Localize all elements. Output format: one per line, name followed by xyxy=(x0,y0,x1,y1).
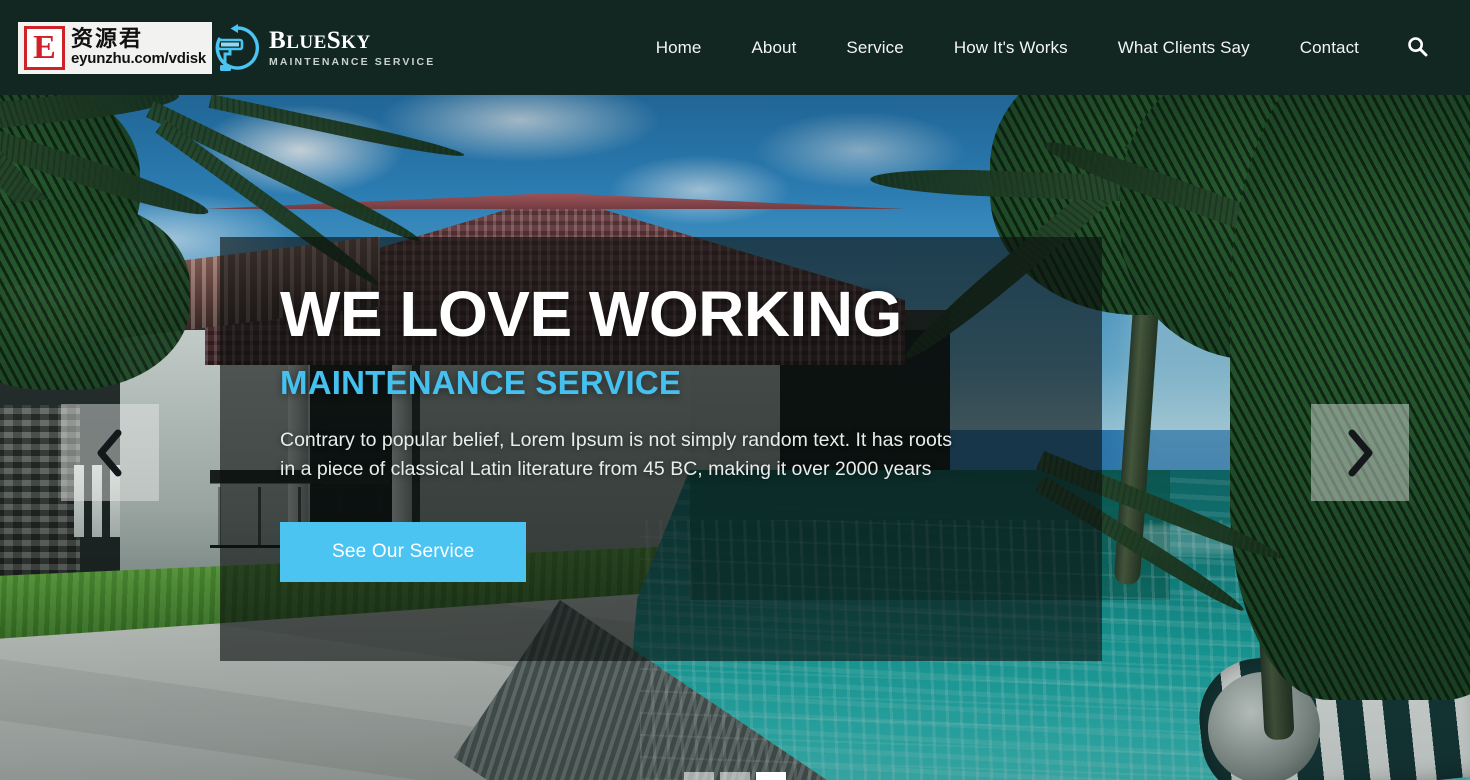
logo-wordmark: BLUESKY xyxy=(269,26,371,54)
nav-item-contact[interactable]: Contact xyxy=(1275,38,1384,58)
nav-item-how-it-works[interactable]: How It's Works xyxy=(929,38,1093,58)
hero-paragraph: Contrary to popular belief, Lorem Ipsum … xyxy=(280,429,952,480)
nav-item-service[interactable]: Service xyxy=(821,38,928,58)
watermark-chinese-text: 资源君 xyxy=(71,27,144,53)
search-button[interactable] xyxy=(1400,31,1434,65)
brand-area[interactable]: E 资源君 eyunzhu.com/vdisk BLUESKY MAINTENA… xyxy=(0,0,435,95)
watermark-badge: E 资源君 eyunzhu.com/vdisk xyxy=(18,21,212,74)
nav-item-home[interactable]: Home xyxy=(631,38,727,58)
hero-slide-panel: WE LOVE WORKING MAINTENANCE SERVICE Cont… xyxy=(220,237,1102,661)
paint-roller-icon xyxy=(208,22,260,74)
chevron-left-icon xyxy=(93,427,127,479)
slider-next-button[interactable] xyxy=(1311,404,1409,501)
chevron-right-icon xyxy=(1343,427,1377,479)
hero-subtitle: MAINTENANCE SERVICE xyxy=(280,364,682,401)
hero-title: WE LOVE WORKING xyxy=(280,278,902,350)
see-our-service-button[interactable]: See Our Service xyxy=(280,521,527,582)
search-icon xyxy=(1407,36,1428,60)
site-logo[interactable]: BLUESKY MAINTENANCE SERVICE xyxy=(208,22,435,74)
watermark-url: eyunzhu.com/vdisk xyxy=(71,50,206,68)
main-navigation: Home About Service How It's Works What C… xyxy=(631,31,1470,65)
nav-item-what-clients-say[interactable]: What Clients Say xyxy=(1093,38,1275,58)
nav-item-about[interactable]: About xyxy=(726,38,821,58)
slider-dot-2[interactable] xyxy=(720,772,750,780)
slider-dot-3[interactable] xyxy=(756,772,786,780)
page-root: E 资源君 eyunzhu.com/vdisk BLUESKY MAINTENA… xyxy=(0,0,1470,780)
watermark-letter-e: E xyxy=(24,25,66,70)
site-header: E 资源君 eyunzhu.com/vdisk BLUESKY MAINTENA… xyxy=(0,0,1470,95)
slider-prev-button[interactable] xyxy=(61,404,159,501)
logo-tagline: MAINTENANCE SERVICE xyxy=(269,55,436,68)
slider-pagination xyxy=(684,772,786,780)
slider-dot-1[interactable] xyxy=(684,772,714,780)
